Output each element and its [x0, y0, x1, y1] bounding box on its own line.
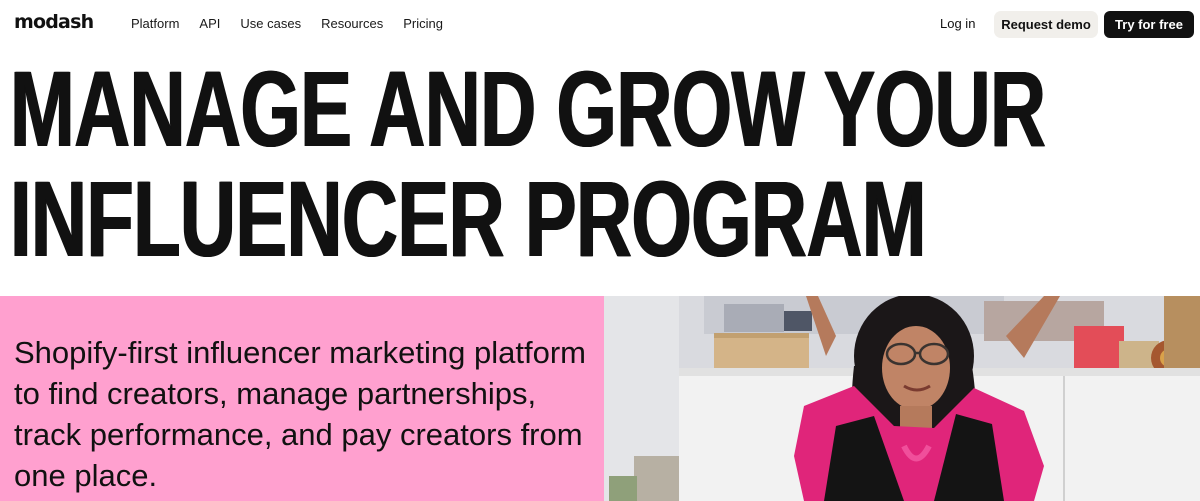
login-link[interactable]: Log in — [940, 16, 975, 31]
creator-photo-illustration — [604, 296, 1200, 501]
request-demo-button[interactable]: Request demo — [994, 11, 1098, 38]
nav-item-resources[interactable]: Resources — [321, 16, 383, 31]
headline-line-1: MANAGE AND GROW YOUR — [10, 48, 1046, 169]
hero-description: Shopify-first influencer marketing platf… — [14, 335, 587, 493]
modash-logo[interactable]: modash — [14, 11, 94, 33]
main-menu: Platform API Use cases Resources Pricing — [131, 16, 443, 31]
nav-item-pricing[interactable]: Pricing — [403, 16, 443, 31]
nav-item-use-cases[interactable]: Use cases — [240, 16, 301, 31]
try-for-free-button[interactable]: Try for free — [1104, 11, 1194, 38]
headline-line-2: INFLUENCER PROGRAM — [10, 158, 927, 279]
hero-photo — [604, 296, 1200, 501]
top-navigation: modash Platform API Use cases Resources … — [0, 0, 1200, 48]
nav-item-platform[interactable]: Platform — [131, 16, 179, 31]
hero-description-panel: Shopify-first influencer marketing platf… — [0, 296, 604, 501]
nav-item-api[interactable]: API — [199, 16, 220, 31]
hero-headline: MANAGE AND GROW YOUR INFLUENCER PROGRAM — [10, 54, 1190, 274]
